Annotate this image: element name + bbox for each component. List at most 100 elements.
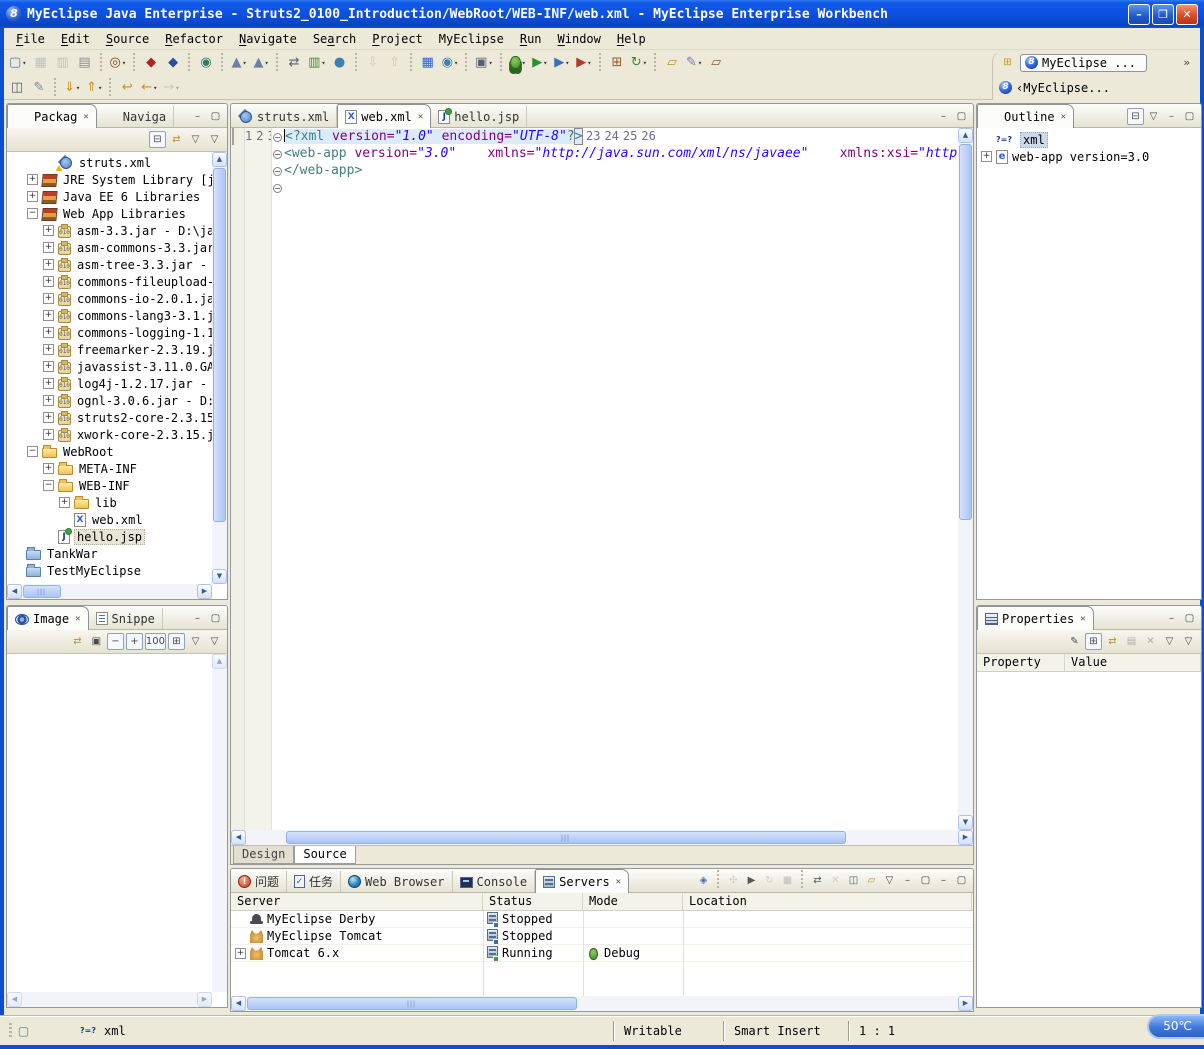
filter-button[interactable]: ⇄ [1104,633,1121,650]
tree-expander-icon[interactable]: − [27,208,38,219]
tree-expander-icon[interactable]: + [235,948,246,959]
run-button[interactable]: ▶▾ [529,52,551,74]
properties-tab-properties[interactable]: Properties✕ [977,606,1094,630]
collapse-all-button[interactable]: ⊟ [149,131,166,148]
column-header-server[interactable]: Server [231,893,483,910]
minimize-button[interactable]: – [1128,4,1150,25]
tree-expander-icon[interactable]: + [43,344,54,355]
bottom-tab-问题[interactable]: 问题 [231,871,287,892]
tree-expander-icon[interactable]: − [43,480,54,491]
new-wizard-button[interactable]: ▢▾ [6,52,30,74]
refresh-button[interactable]: ↻▾ [628,52,650,74]
image-vscrollbar[interactable]: ▲ [212,654,227,992]
tree-expander-icon[interactable]: + [43,225,54,236]
maximize-view-button[interactable]: ▢ [207,108,224,125]
deploy-project-button[interactable]: ▥▾ [305,52,329,74]
package-explorer-tab-packag[interactable]: Packag✕ [7,104,97,128]
view-menu-button[interactable]: ▽ [187,131,204,148]
package-explorer-vscrollbar[interactable]: ▲ ▼ [212,152,227,584]
server-row-myeclipse-derby[interactable]: MyEclipse DerbyStopped [231,911,973,928]
view-menu-button[interactable]: ▽ [881,872,898,889]
outline-tree[interactable]: xml+web-app version=3.0 [977,128,1201,165]
scroll-down-icon[interactable]: ▼ [958,815,973,830]
view-menu-button[interactable]: ▽ [187,633,204,650]
scroll-thumb[interactable] [286,831,846,844]
run-server-button[interactable]: ● [329,52,351,74]
code-line[interactable]: <web-app version="3.0" [284,146,456,161]
code-editor[interactable]: <?xml version="1.0" encoding="UTF-8"?><w… [284,128,958,830]
last-edit-button[interactable]: ↩ [116,77,138,99]
column-header-location[interactable]: Location [683,893,972,910]
outline-item-xml[interactable]: xml [977,131,1201,148]
myeclipse-logo-icon[interactable]: 8 [6,6,22,22]
maximize-view-button[interactable]: ▢ [953,108,970,125]
minimize-view-button[interactable]: – [189,108,206,125]
tree-item-ognl-3-0-6-jar-d[interactable]: +ognl-3.0.6.jar - D: [7,392,212,409]
redeploy-button[interactable]: ⇄ [809,872,826,889]
outline-tab-outline[interactable]: Outline✕ [977,104,1074,128]
maximize-view-button[interactable]: ▢ [207,610,224,627]
scroll-up-icon[interactable]: ▲ [958,128,973,143]
column-header-status[interactable]: Status [483,893,583,910]
tree-item-web-xml[interactable]: web.xml [7,511,212,528]
new-java-project-button[interactable]: ⊞ [606,52,628,74]
minimize-view-button[interactable]: – [1163,610,1180,627]
print-button[interactable]: ▤ [74,52,96,74]
remove-button[interactable]: ✕ [1142,633,1159,650]
tree-item-asm-3-3-jar-d-ja[interactable]: +asm-3.3.jar - D:\ja [7,222,212,239]
maximize-view-button[interactable]: ▢ [953,872,970,889]
back-button[interactable]: ←▾ [138,77,160,99]
server-row-tomcat-6-x[interactable]: +Tomcat 6.xRunningDebug [231,945,973,962]
menu-myeclipse[interactable]: MyEclipse [431,30,512,48]
scroll-right-icon[interactable]: ▶ [958,996,973,1011]
close-button[interactable]: ✕ [1176,4,1198,25]
tree-expander-icon[interactable]: + [43,310,54,321]
scroll-thumb[interactable] [213,168,226,522]
tree-item-commons-io-2-0-1-ja[interactable]: +commons-io-2.0.1.ja [7,290,212,307]
tree-item-jre-system-library-jd[interactable]: +JRE System Library [jd [7,171,212,188]
tree-expander-icon[interactable]: + [43,276,54,287]
save-all-button[interactable]: ▥ [52,52,74,74]
value-column-header[interactable]: Value [1065,654,1201,671]
open-deployment-button[interactable]: ▱ [863,872,880,889]
remove-deployment-button[interactable]: ✕ [827,872,844,889]
tree-expander-icon[interactable]: + [43,327,54,338]
tree-item-java-ee-6-libraries[interactable]: +Java EE 6 Libraries [7,188,212,205]
view-dropdown-icon[interactable]: ▽ [206,633,223,650]
web-2-capabilities-button[interactable]: ◉ [195,52,217,74]
tree-item-web-app-libraries[interactable]: −Web App Libraries [7,205,212,222]
link-with-editor-button[interactable]: ⇄ [69,633,86,650]
tree-item-asm-tree-3-3-jar[interactable]: +asm-tree-3.3.jar - [7,256,212,273]
collapse-fold-icon[interactable]: − [273,150,282,159]
browser-button[interactable]: ◉▾ [439,52,462,74]
tree-expander-icon[interactable]: + [27,174,38,185]
new-wizard-a-button[interactable]: ▲▾ [228,52,250,74]
open-perspective-icon[interactable]: ⊞ [999,54,1016,71]
close-tab-icon[interactable]: ✕ [614,877,621,887]
scroll-left-icon[interactable]: ◀ [231,996,246,1011]
open-resource-button[interactable]: ▱ [661,52,683,74]
minimize-view-button[interactable]: – [935,108,952,125]
editor-mode-tab-design[interactable]: Design [233,846,294,864]
run-server-button[interactable]: ▶ [743,872,760,889]
menu-search[interactable]: Search [305,30,364,48]
menu-navigate[interactable]: Navigate [231,30,305,48]
menu-run[interactable]: Run [512,30,550,48]
tree-item-xwork-core-2-3-15-j[interactable]: +xwork-core-2.3.15.j [7,426,212,443]
scroll-thumb[interactable] [247,997,577,1010]
tree-item-commons-logging-1-1[interactable]: +commons-logging-1.1 [7,324,212,341]
collapse-fold-icon[interactable]: − [273,184,282,193]
new-report-button[interactable]: ▦ [417,52,439,74]
new-web-project-button[interactable]: ◆ [162,52,184,74]
maximize-button[interactable]: ▢ [917,872,934,889]
menu-project[interactable]: Project [364,30,431,48]
property-column-header[interactable]: Property [977,654,1065,671]
tree-expander-icon[interactable]: + [43,378,54,389]
pin-button[interactable]: ✎ [1066,633,1083,650]
close-tab-icon[interactable]: ✕ [416,112,423,122]
tree-item-log4j-1-2-17-jar[interactable]: +log4j-1.2.17.jar - [7,375,212,392]
collapse-all-button[interactable]: ⊟ [1127,108,1144,125]
scroll-right-icon[interactable]: ▶ [197,992,212,1007]
new-myeclipse-button[interactable]: ◎▾ [107,52,130,74]
view-dropdown-icon[interactable]: ▽ [1180,633,1197,650]
